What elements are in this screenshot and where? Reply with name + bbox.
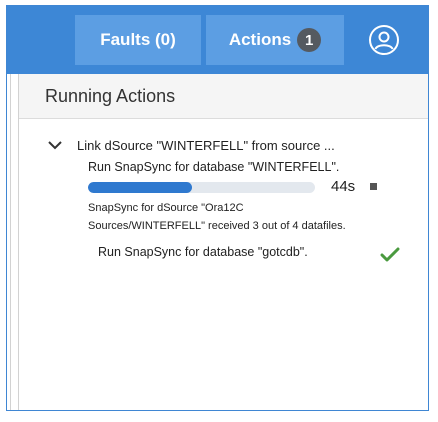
- stop-icon[interactable]: [370, 183, 377, 190]
- step-1-progress-bar: [88, 182, 315, 193]
- chevron-down-icon[interactable]: [48, 140, 62, 150]
- step-1-progress-fill: [88, 182, 193, 193]
- step-1-elapsed-time: 44s: [331, 178, 356, 195]
- running-actions-panel: Running Actions Link dSource "WINTERFELL…: [7, 74, 428, 410]
- actions-count-badge: 1: [297, 28, 322, 52]
- action-title[interactable]: Link dSource "WINTERFELL" from source ..…: [77, 138, 335, 153]
- panel-title: Running Actions: [45, 86, 176, 106]
- user-icon[interactable]: [369, 25, 399, 55]
- top-bar: Faults (0) Actions 1: [7, 6, 428, 74]
- panel-header: Running Actions: [19, 74, 428, 119]
- user-avatar-icon: [374, 31, 394, 50]
- panel-border-inner: [18, 74, 19, 410]
- checkmark-icon: [380, 247, 400, 262]
- step-1-detail-line-2: Sources/WINTERFELL" received 3 out of 4 …: [88, 220, 346, 232]
- panel-border-left: [10, 74, 11, 410]
- actions-button[interactable]: Actions 1: [206, 15, 344, 65]
- step-1-detail-line-1: SnapSync for dSource "Ora12C: [88, 202, 244, 214]
- faults-label: Faults (0): [100, 30, 176, 49]
- step-2-label: Run SnapSync for database "gotcdb".: [98, 245, 308, 259]
- actions-label: Actions: [228, 30, 292, 49]
- step-1-label: Run SnapSync for database "WINTERFELL".: [88, 160, 340, 174]
- actions-window: Faults (0) Actions 1 Running Actions Lin…: [6, 5, 429, 411]
- faults-button[interactable]: Faults (0): [75, 15, 201, 65]
